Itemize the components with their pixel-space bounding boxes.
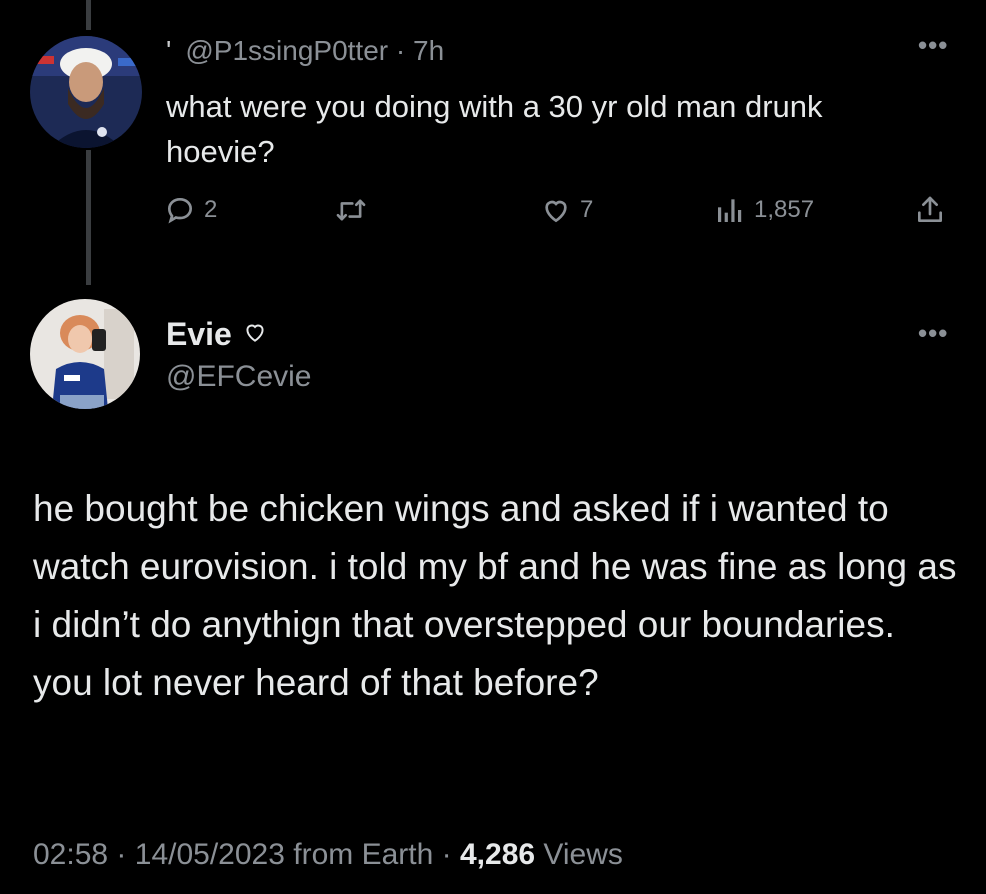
meta-separator: · — [441, 838, 452, 871]
author-handle[interactable]: @EFCevie — [166, 360, 312, 394]
apostrophe-mark: ' — [166, 35, 172, 66]
reply-icon — [164, 194, 196, 226]
like-icon — [540, 194, 572, 226]
retweet-button[interactable] — [334, 194, 368, 226]
reply-handle[interactable]: @P1ssingP0tter — [185, 35, 388, 66]
author-name-text: Evie — [166, 316, 232, 352]
thread-line-top — [86, 0, 91, 30]
reply-author-avatar[interactable] — [30, 36, 142, 148]
share-icon — [914, 194, 946, 226]
reply-time[interactable]: 7h — [413, 35, 444, 66]
views-icon — [714, 194, 746, 226]
like-button[interactable]: 7 — [540, 194, 593, 226]
tweet-views-count[interactable]: 4,286 — [460, 838, 535, 871]
tweet-source: from Earth — [293, 838, 434, 871]
tweet-time[interactable]: 02:58 — [33, 838, 108, 871]
views-button[interactable]: 1,857 — [714, 194, 814, 226]
share-button[interactable] — [914, 194, 946, 226]
tweet-text: he bought be chicken wings and asked if … — [33, 488, 957, 703]
like-count: 7 — [580, 196, 594, 223]
reply-count: 2 — [204, 196, 218, 223]
reply-separator: · — [395, 35, 406, 66]
reply-text: what were you doing with a 30 yr old man… — [166, 89, 823, 169]
more-icon[interactable]: ••• — [918, 30, 948, 61]
reply-action-bar: 2 7 1,857 — [162, 194, 962, 234]
tweet-meta: 02:58 · 14/05/2023 from Earth · 4,286 Vi… — [33, 838, 623, 872]
retweet-icon — [334, 194, 368, 226]
views-count: 1,857 — [754, 196, 815, 223]
tweet-date[interactable]: 14/05/2023 — [135, 838, 285, 871]
tweet-views-label: Views — [543, 838, 623, 871]
author-avatar[interactable] — [30, 299, 140, 409]
reply-meta: ' @P1ssingP0tter · 7h — [166, 35, 444, 67]
reply-button[interactable]: 2 — [164, 194, 217, 226]
more-icon[interactable]: ••• — [918, 318, 948, 349]
author-name[interactable]: Evie — [166, 316, 268, 353]
white-heart-icon — [242, 316, 268, 353]
thread-line — [86, 150, 91, 285]
meta-separator: · — [116, 838, 127, 871]
